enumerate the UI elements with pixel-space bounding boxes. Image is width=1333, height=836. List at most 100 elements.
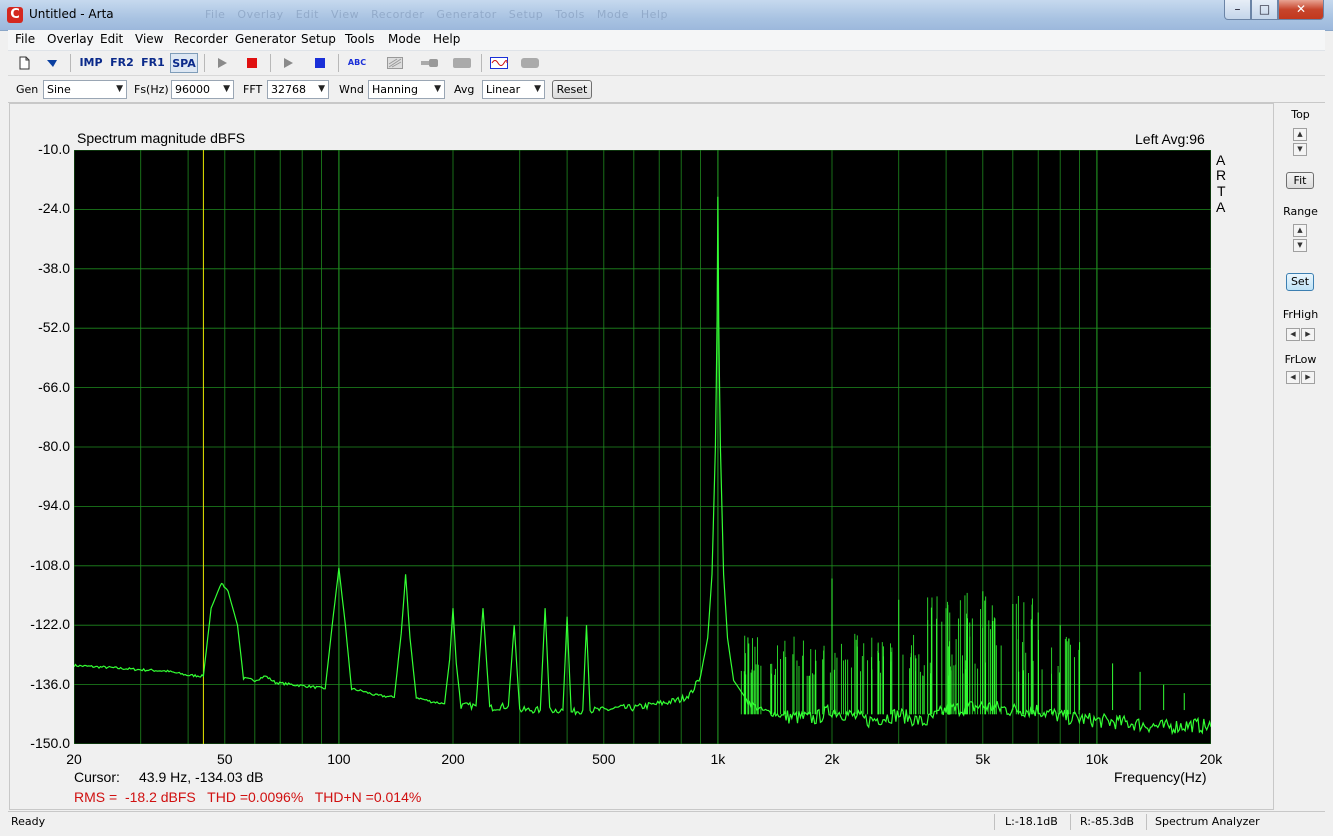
top-down-spinner[interactable]: ▼	[1293, 143, 1307, 156]
meter-icon[interactable]	[451, 53, 473, 73]
analyzer-mode: Spectrum Analyzer	[1155, 815, 1260, 828]
y-tick-label: -38.0	[38, 259, 70, 276]
ghost-menu-reflection: File Overlay Edit View Recorder Generato…	[205, 8, 668, 21]
averaging-value: Linear	[486, 83, 521, 96]
window-select[interactable]: Hanning ▼	[368, 80, 445, 99]
frhigh-right-spinner[interactable]: ▶	[1301, 328, 1315, 341]
left-level-readout: L:-18.1dB	[1005, 815, 1058, 828]
play-icon[interactable]	[212, 53, 232, 73]
fs-label: Fs(Hz)	[134, 83, 169, 96]
stop-icon[interactable]	[310, 53, 330, 73]
generator-value: Sine	[47, 83, 71, 96]
chevron-down-icon: ▼	[223, 84, 230, 94]
fft-label: FFT	[243, 83, 263, 96]
impulse-mode-button[interactable]: IMP	[78, 53, 104, 73]
x-tick-label: 1k	[710, 751, 726, 767]
set-button[interactable]: Set	[1286, 273, 1314, 291]
chevron-down-icon: ▼	[534, 84, 541, 94]
measurement-stats: RMS = -18.2 dBFS THD =0.0096% THD+N =0.0…	[74, 789, 422, 805]
window-label: Wnd	[339, 83, 364, 96]
minimize-button[interactable]: –	[1224, 0, 1251, 20]
abc-icon[interactable]: ABC	[345, 53, 369, 73]
menu-view[interactable]: View	[135, 32, 163, 46]
right-level-readout: R:-85.3dB	[1080, 815, 1135, 828]
fft-size-select[interactable]: 32768 ▼	[267, 80, 329, 99]
spectrum-plot[interactable]	[74, 150, 1211, 744]
arta-watermark-t: T	[1217, 183, 1226, 199]
settings-bar: Gen Sine ▼ Fs(Hz) 96000 ▼ FFT 32768 ▼ Wnd H…	[8, 77, 1325, 103]
fit-button[interactable]: Fit	[1286, 172, 1314, 189]
menu-file[interactable]: File	[15, 32, 35, 46]
menu-tools[interactable]: Tools	[345, 32, 375, 46]
arta-watermark-r: R	[1216, 167, 1227, 183]
y-tick-label: -122.0	[30, 616, 70, 633]
x-tick-label: 100	[327, 751, 351, 767]
menu-generator[interactable]: Generator	[235, 32, 296, 46]
y-tick-label: -24.0	[38, 200, 70, 217]
grid-icon[interactable]	[384, 53, 406, 73]
menu-overlay[interactable]: Overlay	[47, 32, 94, 46]
chevron-down-icon: ▼	[434, 84, 441, 94]
y-tick-label: -108.0	[30, 556, 70, 573]
fr1-mode-button[interactable]: FR1	[140, 53, 166, 73]
fr2-mode-button[interactable]: FR2	[109, 53, 135, 73]
right-control-panel: Top ▲ ▼ Fit Range ▲ ▼ Set FrHigh ◀ ▶ FrL…	[1276, 103, 1325, 810]
x-tick-label: 10k	[1085, 751, 1109, 767]
x-tick-label: 200	[441, 751, 465, 767]
new-file-icon[interactable]	[14, 53, 34, 73]
menu-recorder[interactable]: Recorder	[174, 32, 228, 46]
status-bar: Ready L:-18.1dB R:-85.3dB Spectrum Analy…	[8, 811, 1325, 832]
chevron-down-icon: ▼	[116, 84, 123, 94]
x-tick-label: 2k	[824, 751, 840, 767]
x-tick-label: 20	[66, 751, 82, 767]
menu-bar: File Overlay Edit View Recorder Generato…	[8, 30, 1325, 51]
top-up-spinner[interactable]: ▲	[1293, 128, 1307, 141]
toolbar: IMP FR2 FR1 SPA ABC	[8, 51, 1325, 76]
meter-icon[interactable]	[519, 53, 541, 73]
probe-icon[interactable]	[419, 53, 441, 73]
open-icon[interactable]	[42, 53, 62, 73]
frhigh-label: FrHigh	[1282, 308, 1319, 321]
frlow-left-spinner[interactable]: ◀	[1286, 371, 1300, 384]
title-bar[interactable]: C Untitled - Arta File Overlay Edit View…	[0, 0, 1333, 31]
menu-mode[interactable]: Mode	[388, 32, 421, 46]
gen-label: Gen	[16, 83, 39, 96]
close-button[interactable]: ✕	[1278, 0, 1324, 20]
sample-rate-select[interactable]: 96000 ▼	[171, 80, 234, 99]
channel-average-info: Left Avg:96	[1135, 131, 1205, 147]
menu-help[interactable]: Help	[433, 32, 460, 46]
frlow-right-spinner[interactable]: ▶	[1301, 371, 1315, 384]
arta-app-icon[interactable]: C	[7, 7, 23, 23]
averaging-select[interactable]: Linear ▼	[482, 80, 545, 99]
range-down-spinner[interactable]: ▼	[1293, 239, 1307, 252]
play-icon[interactable]	[278, 53, 298, 73]
x-tick-label: 5k	[975, 751, 991, 767]
maximize-button[interactable]: □	[1251, 0, 1278, 20]
reset-button[interactable]: Reset	[552, 80, 592, 99]
x-tick-label: 500	[592, 751, 616, 767]
sample-rate-value: 96000	[175, 83, 210, 96]
top-label: Top	[1291, 108, 1310, 121]
cursor-readout: 43.9 Hz, -134.03 dB	[139, 769, 264, 785]
y-tick-label: -10.0	[38, 141, 70, 157]
x-tick-label: 50	[217, 751, 233, 767]
generator-select[interactable]: Sine ▼	[43, 80, 127, 99]
frhigh-left-spinner[interactable]: ◀	[1286, 328, 1300, 341]
cursor-label: Cursor:	[74, 769, 120, 785]
wave-icon[interactable]	[488, 53, 510, 73]
frlow-label: FrLow	[1284, 353, 1317, 366]
y-tick-label: -66.0	[38, 378, 70, 395]
menu-setup[interactable]: Setup	[301, 32, 336, 46]
plot-title: Spectrum magnitude dBFS	[77, 130, 246, 146]
chevron-down-icon: ▼	[318, 84, 325, 94]
x-tick-label: 20k	[1199, 751, 1223, 767]
arta-watermark-a2: A	[1216, 199, 1226, 215]
y-tick-label: -136.0	[30, 675, 70, 692]
range-up-spinner[interactable]: ▲	[1293, 224, 1307, 237]
menu-edit[interactable]: Edit	[100, 32, 123, 46]
y-tick-label: -52.0	[38, 319, 70, 336]
spa-mode-button[interactable]: SPA	[170, 53, 198, 73]
window-value: Hanning	[372, 83, 418, 96]
stop-icon[interactable]	[242, 53, 262, 73]
range-label: Range	[1283, 205, 1318, 218]
